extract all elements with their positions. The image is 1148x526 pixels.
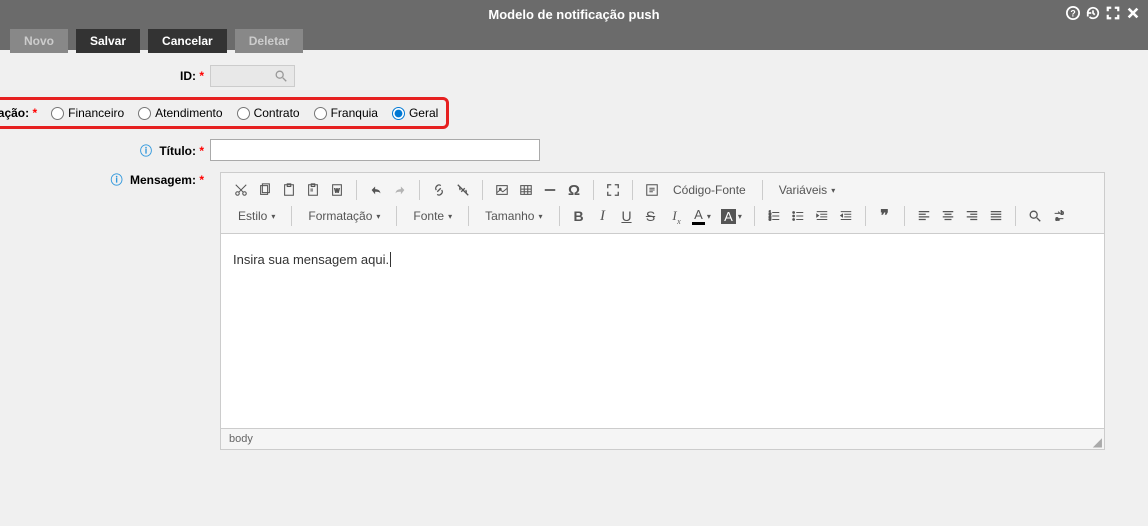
radio-contrato[interactable]: Contrato xyxy=(237,106,300,120)
bold-icon[interactable]: B xyxy=(568,205,590,227)
radio-atendimento[interactable]: Atendimento xyxy=(138,106,222,120)
id-input[interactable] xyxy=(210,65,295,87)
text-color-icon[interactable]: A▾ xyxy=(688,205,716,227)
tipo-radio-group: Financeiro Atendimento Contrato Franquia… xyxy=(51,106,438,120)
bullet-list-icon[interactable] xyxy=(787,205,809,227)
cancelar-button[interactable]: Cancelar xyxy=(148,29,227,53)
novo-button[interactable]: Novo xyxy=(10,29,68,53)
titulo-input[interactable] xyxy=(210,139,540,161)
tipo-highlight-box: Tipo de notificação: * Financeiro Atendi… xyxy=(0,97,449,129)
form-body: ID: * Tipo de notificação: * Financeiro … xyxy=(0,50,1148,465)
remove-format-icon[interactable]: Ix xyxy=(664,205,686,227)
fonte-dropdown[interactable]: Fonte ▾ xyxy=(405,206,460,226)
replace-icon[interactable]: ab xyxy=(1048,205,1070,227)
id-row: ID: * xyxy=(20,65,1128,87)
editor: W Ω xyxy=(220,172,1105,450)
paste-text-icon[interactable] xyxy=(302,179,324,201)
align-right-icon[interactable] xyxy=(961,205,983,227)
info-icon[interactable]: ⓘ xyxy=(140,144,152,158)
variaveis-dropdown[interactable]: Variáveis ▾ xyxy=(771,180,843,200)
copy-icon[interactable] xyxy=(254,179,276,201)
window-controls: ? xyxy=(1066,6,1140,25)
deletar-button[interactable]: Deletar xyxy=(235,29,304,53)
info-icon[interactable]: ⓘ xyxy=(111,173,123,187)
expand-icon[interactable] xyxy=(1106,6,1120,25)
svg-text:3: 3 xyxy=(768,216,771,221)
blockquote-icon[interactable]: ❞ xyxy=(874,205,896,227)
italic-icon[interactable]: I xyxy=(592,205,614,227)
codigo-fonte-button[interactable]: Código-Fonte xyxy=(665,180,754,200)
tamanho-dropdown[interactable]: Tamanho ▾ xyxy=(477,206,550,226)
numbered-list-icon[interactable]: 123 xyxy=(763,205,785,227)
history-icon[interactable] xyxy=(1086,6,1100,25)
editor-path[interactable]: body xyxy=(229,433,253,445)
svg-text:W: W xyxy=(335,189,340,195)
align-left-icon[interactable] xyxy=(913,205,935,227)
table-icon[interactable] xyxy=(515,179,537,201)
radio-financeiro[interactable]: Financeiro xyxy=(51,106,124,120)
salvar-button[interactable]: Salvar xyxy=(76,29,140,53)
radio-franquia[interactable]: Franquia xyxy=(314,106,378,120)
formatacao-dropdown[interactable]: Formatação ▾ xyxy=(300,206,388,226)
titulo-row: ⓘ Título: * xyxy=(20,139,1128,161)
find-icon[interactable] xyxy=(1024,205,1046,227)
cut-icon[interactable] xyxy=(230,179,252,201)
special-char-icon[interactable]: Ω xyxy=(563,179,585,201)
search-icon[interactable] xyxy=(274,69,288,86)
close-icon[interactable] xyxy=(1126,6,1140,25)
bg-color-icon[interactable]: A▾ xyxy=(718,205,746,227)
redo-icon[interactable] xyxy=(389,179,411,201)
align-center-icon[interactable] xyxy=(937,205,959,227)
editor-content[interactable]: Insira sua mensagem aqui. xyxy=(220,234,1105,429)
outdent-icon[interactable] xyxy=(811,205,833,227)
radio-geral[interactable]: Geral xyxy=(392,106,438,120)
unlink-icon[interactable] xyxy=(452,179,474,201)
maximize-icon[interactable] xyxy=(602,179,624,201)
hr-icon[interactable] xyxy=(539,179,561,201)
image-icon[interactable] xyxy=(491,179,513,201)
link-icon[interactable] xyxy=(428,179,450,201)
estilo-dropdown[interactable]: Estilo ▾ xyxy=(230,206,283,226)
svg-text:?: ? xyxy=(1070,9,1075,19)
paste-word-icon[interactable]: W xyxy=(326,179,348,201)
id-label: ID: * xyxy=(20,69,210,83)
source-icon[interactable] xyxy=(641,179,663,201)
mensagem-label: ⓘ Mensagem: * xyxy=(20,171,210,188)
tipo-row: Tipo de notificação: * Financeiro Atendi… xyxy=(0,97,1128,129)
editor-footer: body ◢ xyxy=(220,429,1105,450)
align-justify-icon[interactable] xyxy=(985,205,1007,227)
action-toolbar: Novo Salvar Cancelar Deletar xyxy=(0,24,313,58)
undo-icon[interactable] xyxy=(365,179,387,201)
svg-text:a: a xyxy=(1055,216,1058,222)
strike-icon[interactable]: S xyxy=(640,205,662,227)
titulo-label: ⓘ Título: * xyxy=(20,142,210,159)
indent-icon[interactable] xyxy=(835,205,857,227)
window-title: Modelo de notificação push xyxy=(0,0,1148,22)
underline-icon[interactable]: U xyxy=(616,205,638,227)
window-header: Modelo de notificação push Novo Salvar C… xyxy=(0,0,1148,50)
paste-icon[interactable] xyxy=(278,179,300,201)
editor-toolbar: W Ω xyxy=(220,172,1105,234)
resize-handle-icon[interactable]: ◢ xyxy=(1093,435,1102,449)
svg-text:b: b xyxy=(1060,210,1063,216)
tipo-label: Tipo de notificação: * xyxy=(0,106,43,120)
help-icon[interactable]: ? xyxy=(1066,6,1080,25)
